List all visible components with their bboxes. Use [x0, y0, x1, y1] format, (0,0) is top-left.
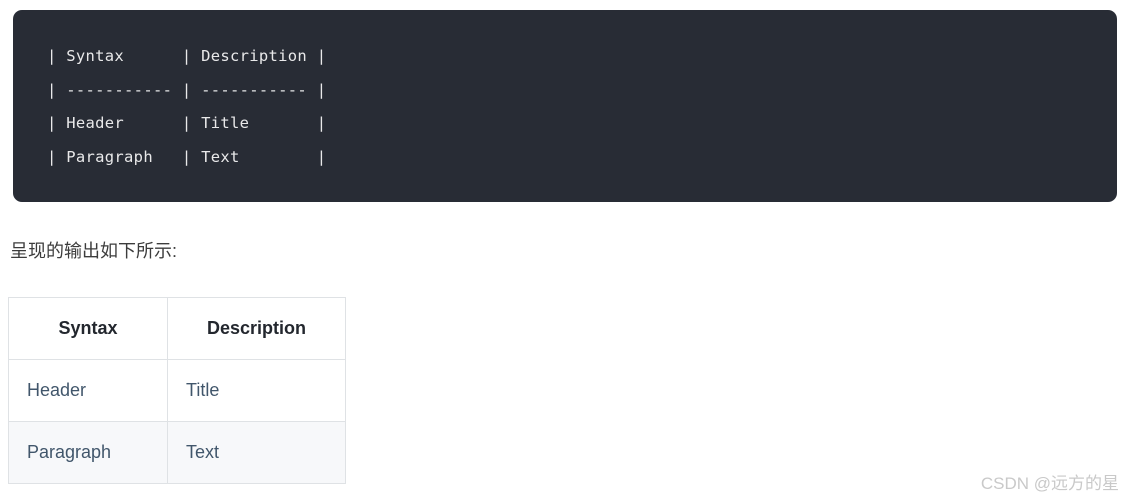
table-row: Paragraph Text	[8, 421, 346, 484]
caption-text: 呈现的输出如下所示:	[10, 241, 178, 261]
table-cell-description: Text	[167, 421, 346, 484]
table-cell-description: Title	[167, 359, 346, 422]
table-header-cell-description: Description	[167, 297, 346, 360]
table-header-row: Syntax Description	[8, 297, 346, 360]
table-cell-syntax: Header	[8, 359, 168, 422]
code-block-content: | Syntax | Description | | ----------- |…	[47, 47, 327, 166]
table-row: Header Title	[8, 359, 346, 422]
rendered-markdown-table: Syntax Description Header Title Paragrap…	[8, 297, 346, 484]
code-block: | Syntax | Description | | ----------- |…	[13, 10, 1117, 202]
table-body: Header Title Paragraph Text	[8, 359, 346, 484]
table-cell-syntax: Paragraph	[8, 421, 168, 484]
table-header-cell-syntax: Syntax	[8, 297, 168, 360]
csdn-watermark: CSDN @远方的星	[980, 474, 1119, 493]
table-head: Syntax Description	[8, 297, 346, 360]
